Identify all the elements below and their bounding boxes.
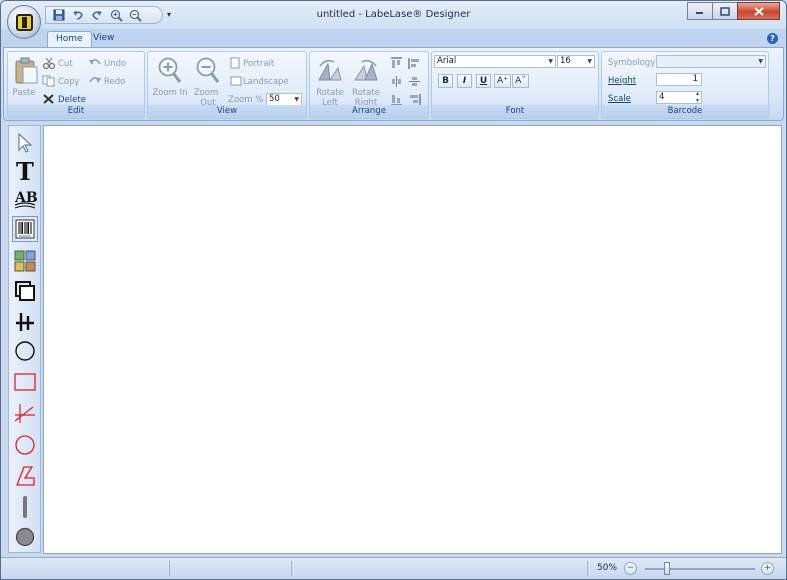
pointer-tool-icon[interactable] [12, 130, 38, 156]
window-title: untitled - LabeLase® Designer [316, 9, 471, 20]
application-button[interactable] [7, 5, 41, 39]
svg-text:T: T [16, 159, 34, 183]
text-tool-icon[interactable]: T [12, 158, 38, 184]
ellipse-tool-icon[interactable] [12, 338, 38, 364]
rotate-right-label-1[interactable]: Rotate [348, 88, 384, 98]
tool-palette: T AB [8, 125, 41, 553]
minimize-button[interactable] [687, 2, 713, 20]
group-frame-tool-icon[interactable] [12, 278, 38, 304]
rotate-left-label-1[interactable]: Rotate [312, 88, 348, 98]
scale-value: 4 [659, 92, 665, 102]
symbology-label: Symbology [608, 58, 656, 68]
tab-view[interactable]: View [85, 31, 122, 47]
zoom-out-label-1[interactable]: Zoom [192, 88, 220, 98]
red-rectangle-tool-icon[interactable] [12, 369, 38, 395]
zoom-in-button[interactable]: + [761, 562, 774, 575]
vertical-line-tool-icon[interactable] [12, 494, 38, 520]
status-bar: 50% − + [1, 557, 786, 579]
redo-label[interactable]: Redo [104, 77, 125, 87]
chevron-down-icon: ▼ [758, 58, 763, 65]
window-controls [687, 2, 780, 20]
edit-group: Paste Cut Copy Delete Undo Redo Edit [7, 51, 145, 119]
rotate-right-icon[interactable] [352, 58, 380, 87]
font-family-select[interactable]: Arial ▼ [434, 55, 556, 68]
cut-icon[interactable] [42, 57, 56, 72]
cut-label[interactable]: Cut [58, 59, 73, 69]
rotate-left-icon[interactable] [316, 58, 344, 87]
italic-button[interactable]: I [457, 74, 472, 88]
paste-label[interactable]: Paste [10, 88, 38, 98]
chevron-down-icon: ▼ [548, 58, 553, 65]
undo-ribbon-icon[interactable] [88, 57, 102, 72]
maximize-button[interactable] [712, 2, 738, 20]
zoom-slider[interactable] [645, 568, 755, 570]
design-canvas[interactable] [43, 125, 782, 554]
font-family-value: Arial [437, 56, 457, 66]
image-tool-icon[interactable] [12, 248, 38, 274]
barcode-group: Symbology ▼ Height 1 Scale 4 ▴ ▾ Barcode [601, 51, 769, 119]
scale-label: Scale [608, 94, 631, 104]
edit-group-label: Edit [8, 105, 144, 118]
red-cross-line-tool-icon[interactable] [12, 400, 38, 426]
title-bar: ▾ untitled - LabeLase® Designer [1, 1, 786, 29]
red-circle-tool-icon[interactable] [12, 432, 38, 458]
landscape-icon[interactable] [230, 75, 242, 90]
zoom-slider-thumb[interactable] [664, 562, 670, 575]
center-vertical-icon[interactable] [408, 75, 421, 91]
symbology-select[interactable]: ▼ [656, 55, 766, 68]
arrange-group-label: Arrange [310, 105, 428, 118]
delete-label[interactable]: Delete [58, 95, 86, 105]
arc-text-tool-icon[interactable]: AB [12, 186, 38, 212]
align-left-icon[interactable] [408, 57, 421, 73]
zoom-out-button[interactable]: − [624, 562, 637, 575]
zoom-out-large-icon[interactable] [194, 56, 222, 89]
view-group: Zoom In Zoom Out Portrait Landscape Zoom… [147, 51, 307, 119]
barcode-tool-icon[interactable] [12, 216, 38, 242]
view-group-label: View [148, 105, 306, 118]
ribbon-tab-row: Home View ? [1, 29, 786, 47]
barcode-group-label: Barcode [602, 105, 768, 118]
chevron-down-icon: ▼ [294, 96, 299, 103]
font-size-value: 16 [560, 56, 571, 66]
height-label: Height [608, 76, 637, 86]
help-icon[interactable]: ? [767, 33, 778, 44]
underline-button[interactable]: U [476, 74, 491, 88]
chevron-down-icon: ▼ [587, 58, 592, 65]
portrait-icon[interactable] [230, 57, 240, 72]
font-group-label: Font [432, 105, 598, 118]
copy-icon[interactable] [42, 75, 56, 90]
zoom-in-label[interactable]: Zoom In [150, 88, 190, 98]
redo-ribbon-icon[interactable] [88, 75, 102, 90]
status-divider [587, 561, 588, 576]
font-size-select[interactable]: 16 ▼ [557, 55, 595, 68]
zoom-percent-label: Zoom % [228, 95, 264, 105]
ribbon: Paste Cut Copy Delete Undo Redo Edit Zoo… [3, 47, 784, 121]
shrink-font-button[interactable]: Aˇ [512, 74, 529, 88]
font-group: Arial ▼ 16 ▼ B I U A⁺ Aˇ Font [431, 51, 599, 119]
undo-label[interactable]: Undo [104, 59, 126, 69]
status-divider [291, 561, 292, 576]
copy-label[interactable]: Copy [58, 77, 80, 87]
red-polygon-tool-icon[interactable] [12, 463, 38, 489]
crosshair-line-tool-icon[interactable] [12, 308, 38, 334]
paste-icon[interactable] [14, 56, 40, 89]
close-button[interactable] [737, 2, 780, 20]
labelase-logo-icon [16, 14, 33, 31]
height-input[interactable]: 1 [656, 73, 702, 86]
zoom-in-large-icon[interactable] [156, 56, 184, 89]
stepper-arrows-icon[interactable]: ▴ ▾ [696, 90, 699, 104]
bold-button[interactable]: B [438, 74, 453, 88]
portrait-label[interactable]: Portrait [243, 59, 274, 69]
zoom-percent-value: 50 [269, 94, 280, 104]
zoom-percent-readout: 50% [597, 563, 618, 573]
arrange-group: Rotate Left Rotate Right Arrange [309, 51, 429, 119]
app-window: ▾ untitled - LabeLase® Designer Home Vie… [0, 0, 787, 580]
grow-font-button[interactable]: A⁺ [494, 74, 511, 88]
align-top-icon[interactable] [390, 57, 403, 73]
landscape-label[interactable]: Landscape [243, 77, 289, 87]
status-divider [169, 561, 170, 576]
scale-stepper[interactable]: 4 ▴ ▾ [656, 90, 702, 104]
filled-circle-tool-icon[interactable] [12, 524, 38, 550]
center-horizontal-icon[interactable] [390, 75, 403, 91]
